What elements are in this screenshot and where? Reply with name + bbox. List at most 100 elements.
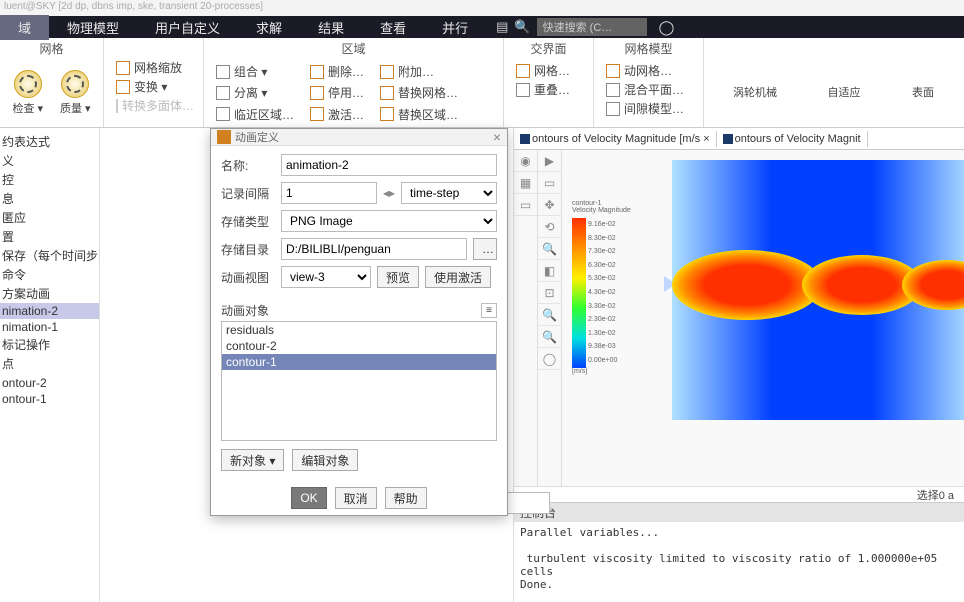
gear-icon <box>61 70 89 98</box>
menu-tab-solve[interactable]: 求解 <box>238 15 300 40</box>
combine-icon <box>216 65 230 79</box>
menu-tab-domain[interactable]: 域 <box>0 15 49 40</box>
check-button[interactable]: 检查 ▾ <box>6 59 50 127</box>
gap-icon <box>606 102 620 116</box>
tree-node[interactable]: 标记操作 <box>0 335 99 354</box>
list-item[interactable]: residuals <box>222 322 496 338</box>
browse-button[interactable]: … <box>473 238 497 260</box>
objects-listbox[interactable]: residualscontour-2contour-1 <box>221 321 497 441</box>
ok-button[interactable]: OK <box>291 487 326 509</box>
console-title: 控制台 <box>514 503 964 522</box>
menu-filter: ▤ 🔍 快速搜索 (C… <box>496 18 646 36</box>
append-icon <box>380 65 394 79</box>
outline-tree[interactable]: 约表达式义控息匿应置保存（每个时间步）命令方案动画nimation-2nimat… <box>0 128 100 602</box>
tree-node[interactable]: ontour-1 <box>0 391 99 407</box>
tree-node[interactable]: 约表达式 <box>0 132 99 151</box>
menu-tab-physics[interactable]: 物理模型 <box>49 15 137 40</box>
name-label: 名称: <box>221 157 275 174</box>
graphics-status: 选择0 a <box>514 486 964 502</box>
console: 控制台 Parallel variables... turbulent visc… <box>514 502 964 602</box>
tree-node[interactable]: 方案动画 <box>0 284 99 303</box>
turbo-button[interactable]: 涡轮机械 <box>725 56 785 127</box>
interval-label: 记录间隔 <box>221 185 275 202</box>
close-icon[interactable]: × <box>493 129 501 145</box>
quality-button[interactable]: 质量 ▾ <box>54 59 98 127</box>
tree-node[interactable]: 保存（每个时间步） <box>0 246 99 265</box>
ribbon-group-interfaces: 交界面 <box>510 38 587 59</box>
new-object-button[interactable]: 新对象 ▾ <box>221 449 284 471</box>
gear-icon <box>14 70 42 98</box>
use-active-button[interactable]: 使用激活 <box>425 266 491 288</box>
mixing-plane-button[interactable]: 混合平面… <box>604 80 693 99</box>
menu-tab-parallel[interactable]: 并行 <box>424 15 486 40</box>
list-filter-icon[interactable]: ≡ <box>481 303 497 318</box>
preview-button[interactable]: 预览 <box>377 266 419 288</box>
type-label: 存储类型 <box>221 213 275 230</box>
tree-node[interactable]: nimation-1 <box>0 319 99 335</box>
dialog-icon <box>217 130 231 144</box>
adapt-button[interactable]: 自适应 <box>819 56 869 127</box>
adjacent-icon <box>216 107 230 121</box>
dyn-icon <box>606 64 620 78</box>
console-body[interactable]: Parallel variables... turbulent viscosit… <box>514 522 964 595</box>
ribbon-group-meshmodel: 网格模型 <box>600 38 697 59</box>
tree-node[interactable]: 息 <box>0 189 99 208</box>
graphics-tabs: ontours of Velocity Magnitude [m/s × ont… <box>514 128 964 150</box>
color-legend: contour-1 Velocity Magnitude 9.16e-028.3… <box>572 200 662 375</box>
combine-button[interactable]: 组合 ▾ <box>214 62 296 81</box>
tree-node[interactable]: nimation-2 <box>0 303 99 319</box>
polyhedra-button[interactable]: 转换多面体… <box>114 96 193 115</box>
mesh-interface-button[interactable]: 网格… <box>514 61 583 80</box>
menu-tab-udf[interactable]: 用户自定义 <box>137 15 238 40</box>
filter-icon: ▤ <box>496 19 508 35</box>
poly-icon <box>116 99 118 113</box>
view-select[interactable]: view-3 <box>281 266 371 288</box>
delete-icon <box>310 65 324 79</box>
tree-node[interactable]: 命令 <box>0 265 99 284</box>
list-item[interactable]: contour-2 <box>222 338 496 354</box>
menu-bar: 域 物理模型 用户自定义 求解 结果 查看 并行 ▤ 🔍 快速搜索 (C… ◯ <box>0 16 964 38</box>
spinner-icon[interactable]: ◂▸ <box>383 186 395 200</box>
graphics-tab-2[interactable]: ontours of Velocity Magnit <box>717 131 868 147</box>
delete-button[interactable]: 删除… <box>308 62 366 81</box>
objects-label: 动画对象 <box>221 302 269 319</box>
help-button[interactable]: 帮助 <box>385 487 427 509</box>
edit-object-button[interactable]: 编辑对象 <box>292 449 358 471</box>
transform-button[interactable]: 变换 ▾ <box>114 77 193 96</box>
scale-icon <box>116 61 130 75</box>
contour-icon <box>723 134 733 144</box>
name-input[interactable] <box>281 154 497 176</box>
append-button[interactable]: 附加… <box>378 62 460 81</box>
tree-node[interactable]: 匿应 <box>0 208 99 227</box>
list-item[interactable]: contour-1 <box>222 354 496 370</box>
dir-label: 存储目录 <box>221 241 275 258</box>
separate-icon <box>216 86 230 100</box>
graphics-viewport[interactable]: contour-1 Velocity Magnitude 9.16e-028.3… <box>562 150 964 486</box>
dir-input[interactable] <box>281 238 467 260</box>
gap-model-button[interactable]: 间隙模型… <box>604 99 693 118</box>
storage-type-select[interactable]: PNG Image <box>281 210 497 232</box>
tree-node[interactable]: 点 <box>0 354 99 373</box>
mix-icon <box>606 83 620 97</box>
dynamic-mesh-button[interactable]: 动网格… <box>604 61 693 80</box>
dialog-title: 动画定义 <box>235 129 493 145</box>
tree-node[interactable]: 控 <box>0 170 99 189</box>
cancel-button[interactable]: 取消 <box>335 487 377 509</box>
help-icon[interactable]: ◯ <box>659 19 675 36</box>
tree-node[interactable]: 义 <box>0 151 99 170</box>
search-icon: 🔍 <box>514 19 530 35</box>
tree-node[interactable]: ontour-2 <box>0 375 99 391</box>
surface-button[interactable]: 表面 <box>903 56 943 127</box>
search-input[interactable]: 快速搜索 (C… <box>537 18 647 36</box>
interval-unit-select[interactable]: time-step <box>401 182 497 204</box>
animation-definition-dialog: 动画定义 × 名称: 记录间隔 ◂▸ time-step 存储类型 PNG Im… <box>210 128 508 516</box>
ribbon-group-mesh: 网格 <box>6 38 97 59</box>
scale-button[interactable]: 网格缩放 <box>114 58 193 77</box>
transform-icon <box>116 80 130 94</box>
interval-input[interactable] <box>281 182 377 204</box>
menu-tab-view[interactable]: 查看 <box>362 15 424 40</box>
menu-tab-results[interactable]: 结果 <box>300 15 362 40</box>
view-label: 动画视图 <box>221 269 275 286</box>
mesh-if-icon <box>516 64 530 78</box>
tree-node[interactable]: 置 <box>0 227 99 246</box>
